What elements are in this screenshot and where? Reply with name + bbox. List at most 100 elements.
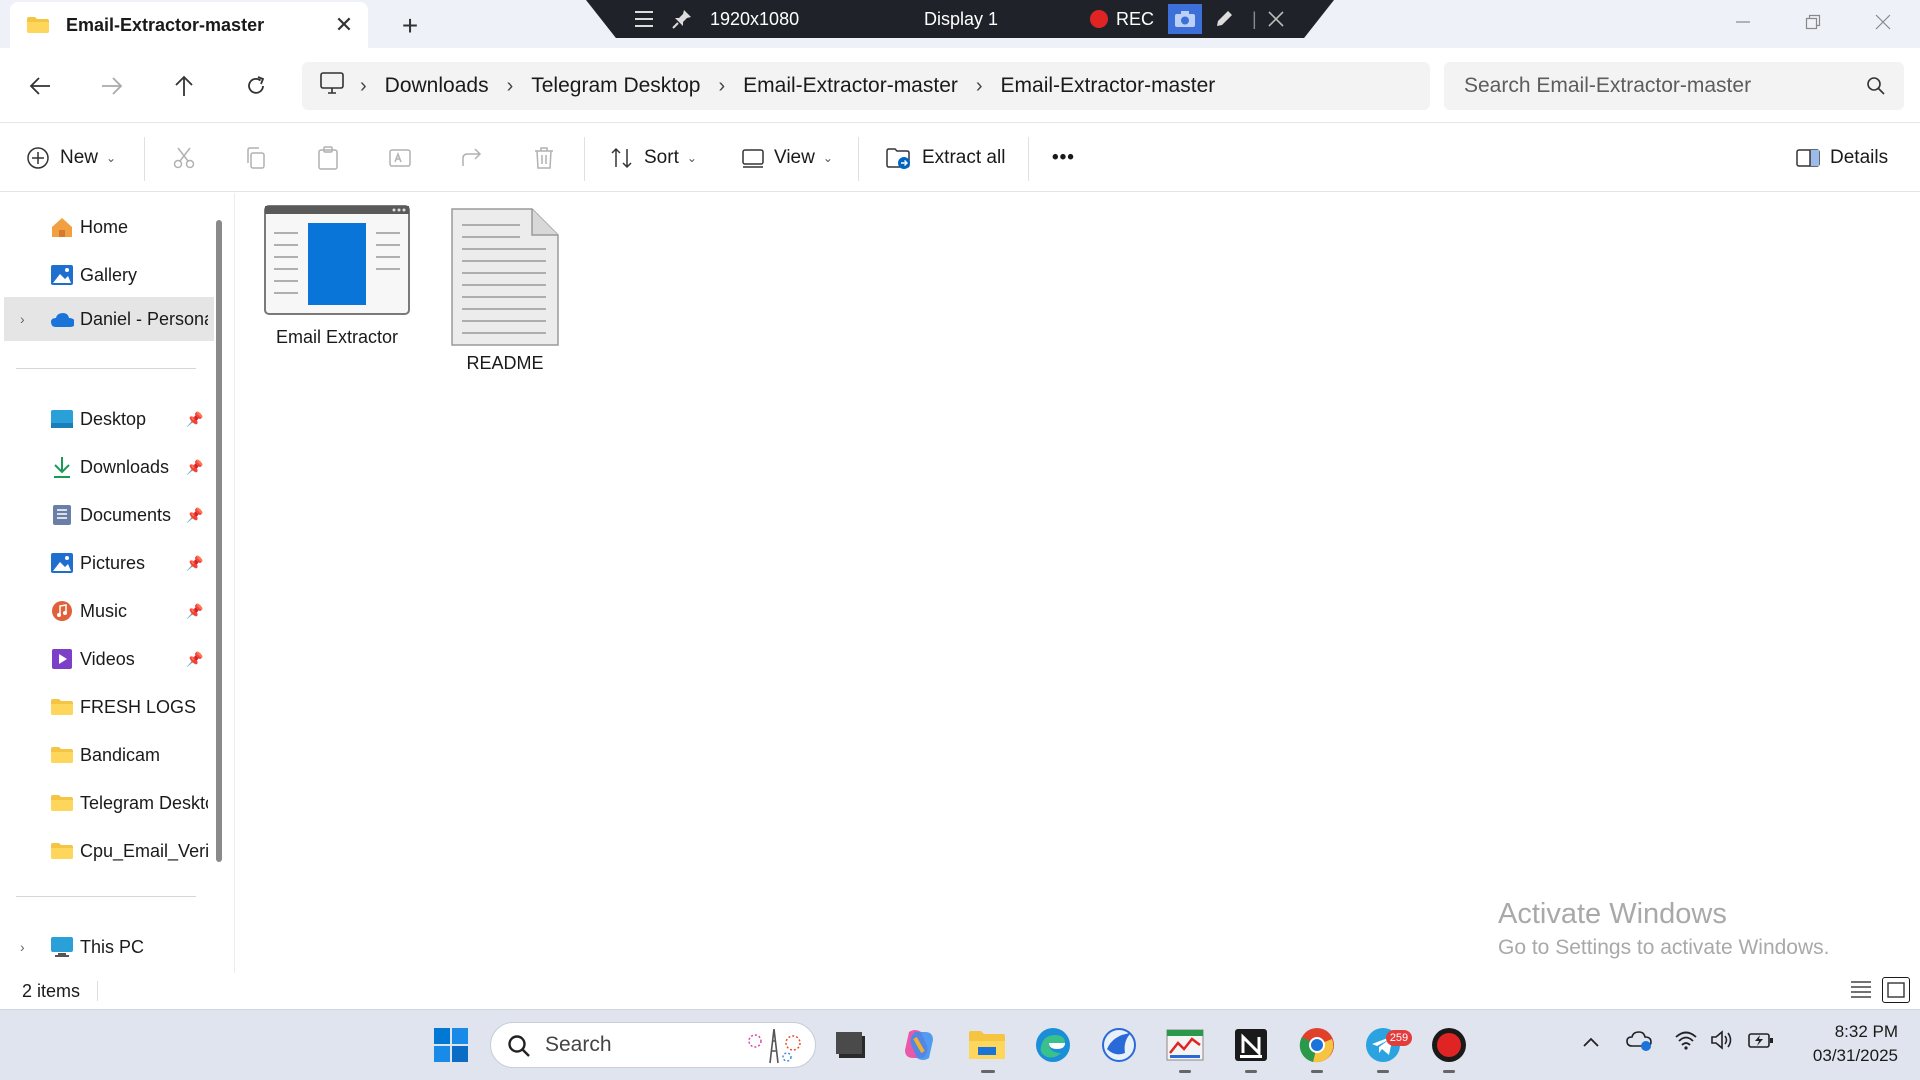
sidebar-item-this-pc[interactable]: › This PC [0, 927, 210, 967]
taskbar-search[interactable]: Search [490, 1022, 816, 1068]
sidebar-item-videos[interactable]: Videos 📌 [0, 639, 210, 679]
active-indicator [981, 1070, 995, 1073]
rec-button[interactable]: REC [1090, 9, 1154, 30]
file-readme[interactable]: README [425, 207, 585, 377]
show-hidden-icons-button[interactable] [1582, 1032, 1600, 1053]
crumb-email-extractor-master[interactable]: Email-Extractor-master [743, 74, 958, 98]
sidebar-item-gallery[interactable]: Gallery [0, 255, 210, 295]
copy-button[interactable] [244, 139, 268, 177]
pin-icon[interactable]: 📌 [186, 603, 203, 620]
this-pc-monitor-icon[interactable] [320, 72, 344, 100]
pin-icon[interactable]: 📌 [186, 555, 203, 572]
sidebar-item-home[interactable]: Home [0, 207, 210, 247]
pin-icon[interactable]: 📌 [186, 411, 203, 428]
details-pane-icon [1796, 149, 1820, 167]
sidebar-item-music[interactable]: Music 📌 [0, 591, 210, 631]
documents-icon [50, 503, 74, 527]
app-blue-bird-button[interactable] [1098, 1024, 1140, 1066]
paste-button[interactable] [316, 139, 340, 177]
start-button[interactable] [430, 1024, 472, 1066]
minimize-button[interactable] [1708, 0, 1778, 44]
breadcrumb[interactable]: › Downloads › Telegram Desktop › Email-E… [302, 62, 1430, 110]
recorder-close-icon[interactable] [1268, 11, 1284, 27]
details-view-button[interactable] [1850, 979, 1872, 1004]
rename-button[interactable] [388, 139, 412, 177]
close-window-button[interactable] [1848, 0, 1918, 44]
chevron-right-icon[interactable]: › [20, 939, 25, 955]
sidebar-item-onedrive[interactable]: › Daniel - Persona [4, 297, 214, 341]
recorder-app-button[interactable] [1428, 1024, 1470, 1066]
notion-button[interactable] [1230, 1024, 1272, 1066]
search-input[interactable]: Search Email-Extractor-master [1444, 62, 1904, 110]
chevron-right-icon[interactable]: › [360, 75, 367, 98]
view-button[interactable]: View ⌄ [742, 139, 833, 177]
task-view-button[interactable] [830, 1024, 872, 1066]
details-button[interactable]: Details [1796, 139, 1888, 177]
extract-all-button[interactable]: Extract all [886, 139, 1005, 177]
up-button[interactable] [164, 66, 204, 106]
camera-button[interactable] [1168, 4, 1202, 34]
chrome-button[interactable] [1296, 1024, 1338, 1066]
activation-watermark-text: Go to Settings to activate Windows. [1498, 936, 1830, 959]
videos-icon [50, 647, 74, 671]
refresh-button[interactable] [236, 66, 276, 106]
sidebar-scrollbar[interactable] [216, 220, 222, 862]
chevron-right-icon[interactable]: › [507, 75, 514, 98]
app-chart-button[interactable] [1164, 1024, 1206, 1066]
share-button[interactable] [460, 139, 484, 177]
pin-icon[interactable]: 📌 [186, 459, 203, 476]
restore-icon [1805, 14, 1821, 30]
divider [1028, 137, 1029, 181]
running-indicator [1377, 1070, 1389, 1073]
more-options-button[interactable]: ••• [1052, 139, 1075, 177]
navigation-pane: Home Gallery › Daniel - Persona Desktop … [0, 193, 222, 973]
chevron-right-icon[interactable]: › [20, 311, 25, 327]
sidebar-item-downloads[interactable]: Downloads 📌 [0, 447, 210, 487]
wifi-button[interactable] [1674, 1030, 1698, 1055]
edge-button[interactable] [1032, 1024, 1074, 1066]
pin-icon[interactable] [672, 9, 692, 29]
menu-icon[interactable] [634, 10, 654, 28]
telegram-notification-badge: 259 [1386, 1030, 1412, 1046]
forward-button[interactable] [92, 66, 132, 106]
crumb-downloads[interactable]: Downloads [385, 74, 489, 98]
delete-button[interactable] [532, 139, 556, 177]
recorder-divider: | [1252, 8, 1257, 29]
tab-close-button[interactable]: ✕ [324, 5, 364, 45]
sort-button[interactable]: Sort ⌄ [610, 139, 697, 177]
pin-icon[interactable]: 📌 [186, 651, 203, 668]
copilot-button[interactable] [898, 1024, 940, 1066]
file-email-extractor[interactable]: Email Extractor [257, 205, 417, 375]
screen-recorder-toolbar: 1920x1080 Display 1 REC | [586, 0, 1334, 38]
eiffel-tower-fireworks-icon [748, 1028, 801, 1064]
recorder-display[interactable]: Display 1 [924, 9, 998, 30]
crumb-telegram-desktop[interactable]: Telegram Desktop [531, 74, 700, 98]
pencil-icon[interactable] [1214, 9, 1234, 29]
sidebar-item-documents[interactable]: Documents 📌 [0, 495, 210, 535]
file-explorer-button[interactable] [966, 1024, 1008, 1066]
onedrive-tray-button[interactable] [1626, 1030, 1654, 1057]
pin-icon[interactable]: 📌 [186, 507, 203, 524]
sidebar-item-telegram-desktop[interactable]: Telegram Desktc [0, 783, 210, 823]
crumb-email-extractor-master-current[interactable]: Email-Extractor-master [1001, 74, 1216, 98]
chevron-right-icon[interactable]: › [976, 75, 983, 98]
restore-button[interactable] [1778, 0, 1848, 44]
volume-button[interactable] [1710, 1030, 1734, 1055]
large-icons-view-button[interactable] [1882, 977, 1910, 1003]
tab-email-extractor[interactable]: Email-Extractor-master ✕ [10, 2, 368, 48]
sidebar-item-cpu-email-verifier[interactable]: Cpu_Email_Verifi [0, 831, 210, 871]
back-button[interactable] [20, 66, 60, 106]
blue-bird-app-icon [1102, 1028, 1136, 1062]
back-arrow-icon [29, 77, 50, 95]
chevron-right-icon[interactable]: › [719, 75, 726, 98]
new-tab-button[interactable]: + [390, 6, 430, 46]
sidebar-item-bandicam[interactable]: Bandicam [0, 735, 210, 775]
clock-time[interactable]: 8:32 PM [1828, 1022, 1898, 1042]
sidebar-item-pictures[interactable]: Pictures 📌 [0, 543, 210, 583]
sidebar-item-fresh-logs[interactable]: FRESH LOGS [0, 687, 210, 727]
cut-button[interactable] [172, 139, 196, 177]
sidebar-item-desktop[interactable]: Desktop 📌 [0, 399, 210, 439]
new-button[interactable]: New ⌄ [26, 139, 116, 177]
battery-button[interactable] [1748, 1030, 1774, 1055]
clock-date[interactable]: 03/31/2025 [1796, 1046, 1898, 1066]
